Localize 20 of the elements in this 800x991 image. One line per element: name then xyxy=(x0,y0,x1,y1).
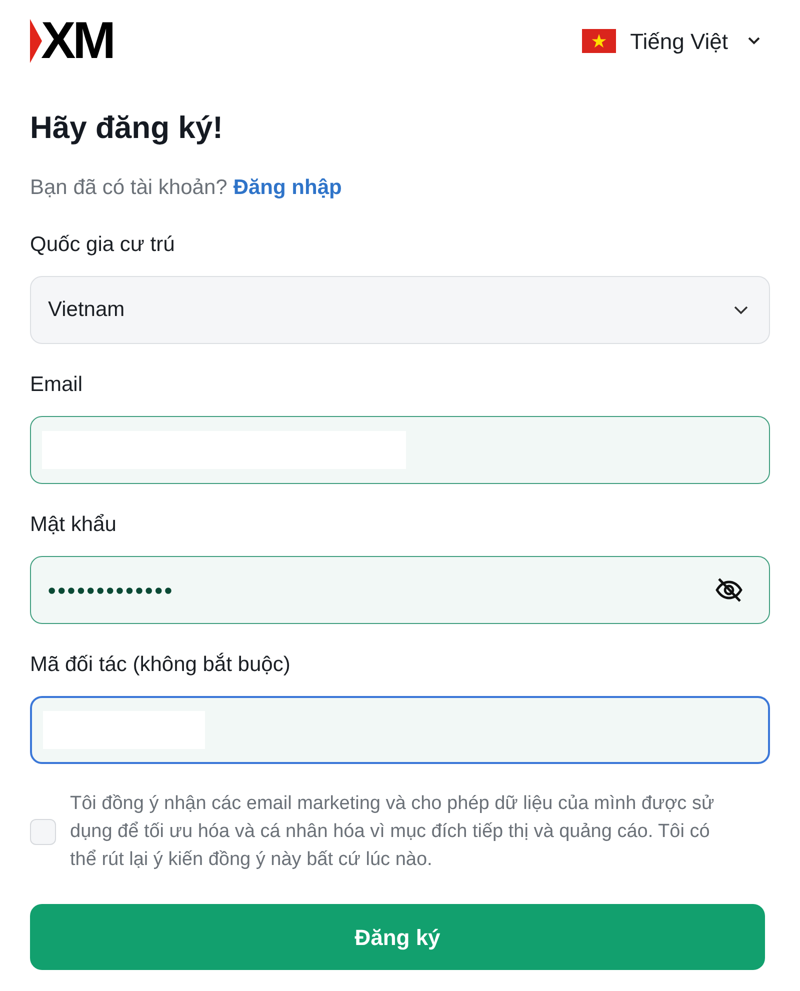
page-title: Hãy đăng ký! xyxy=(30,109,224,147)
login-link[interactable]: Đăng nhập xyxy=(233,174,342,202)
logo-triangle-icon xyxy=(30,19,42,63)
password-field[interactable]: ••••••••••••• xyxy=(30,556,770,624)
vietnam-flag-icon xyxy=(582,29,616,53)
language-selector[interactable]: Tiếng Việt xyxy=(582,24,762,58)
login-prompt: Bạn đã có tài khoản? xyxy=(30,175,228,201)
chevron-down-icon xyxy=(746,36,762,46)
eye-slash-icon[interactable] xyxy=(714,577,744,603)
field-label: Mật khẩu xyxy=(30,512,118,538)
consent-text: Tôi đồng ý nhận các email marketing và cho phép dữ liệu của mình được sử dụng để tối ưu hóa và cá nhân hóa vì mục đích tiếp thị và quảng cáo. Tôi có thể rút lại ý kiến đồng ý này bất cứ lúc nào. xyxy=(70,792,716,872)
input-field[interactable] xyxy=(30,696,770,764)
field-label: Email xyxy=(30,372,84,398)
input-field[interactable] xyxy=(30,416,770,484)
field-label: Quốc gia cư trú xyxy=(30,232,176,258)
field-label: Mã đối tác (không bắt buộc) xyxy=(30,652,292,678)
logo[interactable]: XM xyxy=(30,18,116,64)
consent-checkbox[interactable] xyxy=(30,819,56,845)
chevron-down-icon xyxy=(732,304,750,316)
country-select[interactable]: Vietnam xyxy=(30,276,770,344)
